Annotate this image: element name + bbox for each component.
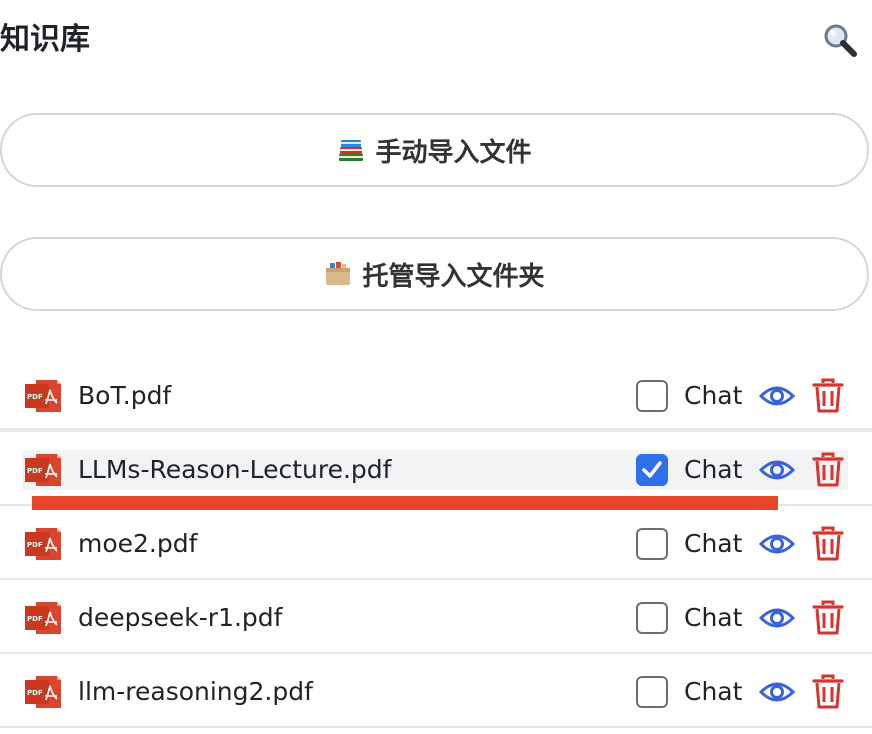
delete-button[interactable] (810, 599, 846, 637)
eye-icon (759, 534, 795, 554)
trash-icon (812, 600, 844, 635)
header: 知识库 (0, 0, 872, 84)
file-name[interactable]: deepseek-r1.pdf (78, 600, 282, 636)
file-row[interactable]: PDF deepseek-r1.pdf Chat (0, 580, 872, 654)
svg-text:PDF: PDF (27, 615, 43, 623)
folder-import-button[interactable]: 托管导入文件夹 (0, 237, 869, 311)
page-title: 知识库 (0, 22, 90, 57)
delete-button[interactable] (810, 451, 846, 489)
file-row[interactable]: PDF BoT.pdf Chat (0, 358, 872, 432)
svg-text:PDF: PDF (27, 467, 43, 475)
highlight-underline (32, 496, 778, 510)
file-list: PDF BoT.pdf Chat PDF LLMs-Reason-Lecture… (0, 358, 872, 728)
eye-icon (759, 682, 795, 702)
pdf-file-icon: PDF (25, 528, 61, 560)
delete-button[interactable] (810, 525, 846, 563)
delete-button[interactable] (810, 673, 846, 711)
checkmark-icon (642, 461, 662, 478)
pdf-file-icon: PDF (25, 454, 61, 486)
eye-icon (759, 386, 795, 406)
file-name[interactable]: llm-reasoning2.pdf (78, 674, 313, 710)
file-name[interactable]: LLMs-Reason-Lecture.pdf (78, 452, 391, 488)
eye-icon (759, 460, 795, 480)
view-button[interactable] (758, 602, 796, 634)
view-button[interactable] (758, 528, 796, 560)
chat-checkbox[interactable] (636, 676, 668, 708)
chat-label: Chat (684, 603, 743, 632)
chat-label: Chat (684, 381, 743, 410)
knowledge-base-panel: 知识库 手动导入文件 托管导入文件夹 PDF BoT.pdf Chat PDF … (0, 0, 872, 734)
file-name[interactable]: BoT.pdf (78, 378, 171, 414)
svg-text:PDF: PDF (27, 541, 43, 549)
file-row[interactable]: PDF LLMs-Reason-Lecture.pdf Chat (0, 432, 872, 506)
view-button[interactable] (758, 676, 796, 708)
chat-label: Chat (684, 455, 743, 484)
svg-text:PDF: PDF (27, 393, 43, 401)
search-button[interactable] (820, 20, 860, 60)
manual-import-label: 手动导入文件 (375, 137, 532, 168)
trash-icon (812, 526, 844, 561)
trash-icon (812, 378, 844, 413)
trash-icon (812, 674, 844, 709)
manual-import-button[interactable]: 手动导入文件 (0, 113, 869, 187)
chat-label: Chat (684, 677, 743, 706)
chat-checkbox[interactable] (636, 528, 668, 560)
chat-label: Chat (684, 529, 743, 558)
view-button[interactable] (758, 380, 796, 412)
magnifier-icon (824, 24, 857, 57)
file-row[interactable]: PDF llm-reasoning2.pdf Chat (0, 654, 872, 728)
chat-checkbox[interactable] (636, 380, 668, 412)
folder-import-label: 托管导入文件夹 (362, 261, 545, 292)
pdf-file-icon: PDF (25, 602, 61, 634)
view-button[interactable] (758, 454, 796, 486)
chat-checkbox[interactable] (636, 602, 668, 634)
file-cabinet-icon (324, 261, 352, 287)
file-row[interactable]: PDF moe2.pdf Chat (0, 506, 872, 580)
trash-icon (812, 452, 844, 487)
chat-checkbox[interactable] (636, 454, 668, 486)
pdf-file-icon: PDF (25, 676, 61, 708)
books-icon (337, 137, 365, 163)
eye-icon (759, 608, 795, 628)
delete-button[interactable] (810, 377, 846, 415)
svg-text:PDF: PDF (27, 689, 43, 697)
file-name[interactable]: moe2.pdf (78, 526, 197, 562)
pdf-file-icon: PDF (25, 380, 61, 412)
